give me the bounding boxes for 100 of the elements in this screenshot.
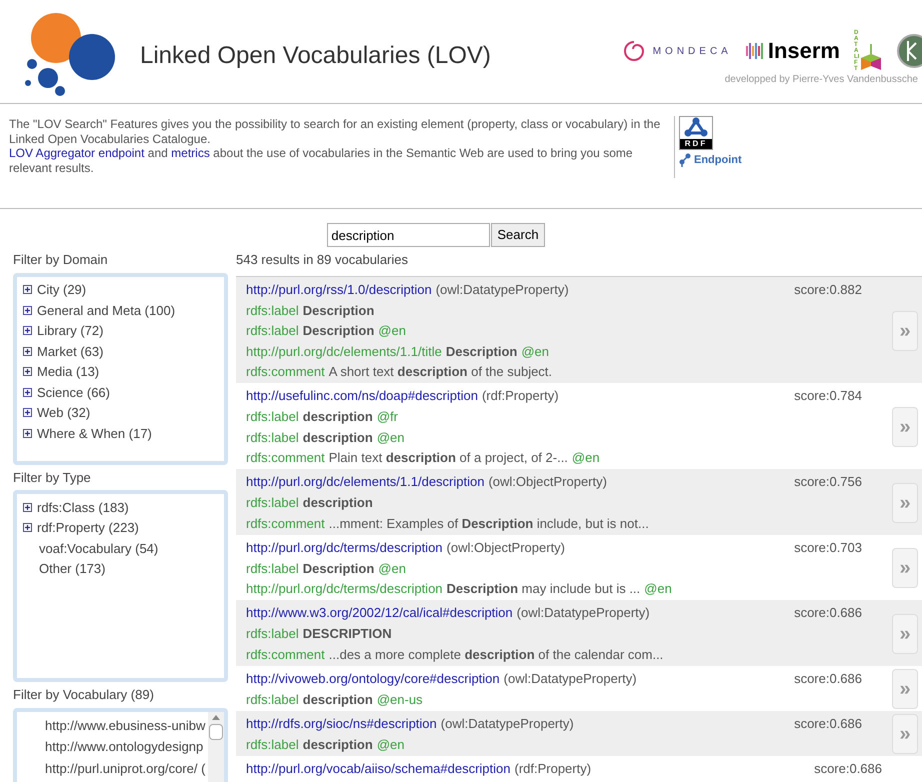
language-tag: @en: [376, 734, 404, 754]
result-score: score:0.686: [794, 714, 862, 732]
filter-item[interactable]: rdf:Property (223): [37, 518, 139, 538]
language-tag: @en: [572, 448, 600, 468]
result-score: score:0.703: [794, 538, 862, 556]
expand-icon[interactable]: [23, 428, 32, 438]
filter-item[interactable]: Library (72): [37, 321, 104, 340]
result-type: (owl:DatatypeProperty): [436, 280, 569, 299]
filter-item[interactable]: http://www.ebusiness-unibw: [45, 716, 206, 735]
partner-name: Inserm: [768, 40, 840, 62]
result-score: score:0.686: [794, 604, 862, 622]
result-link[interactable]: http://vivoweb.org/ontology/core#description: [246, 668, 500, 688]
language-tag: @en-us: [376, 690, 423, 709]
expand-icon[interactable]: [23, 306, 32, 315]
result-link[interactable]: http://www.w3.org/2002/12/cal/ical#description: [246, 603, 513, 622]
result-score: score:0.686: [814, 760, 882, 778]
expand-icon[interactable]: [23, 408, 32, 418]
swirl-icon: [622, 39, 645, 63]
property-value: Description: [302, 322, 374, 340]
property-value: Description: [302, 302, 374, 320]
property-value: Description may include but is ...: [446, 580, 640, 598]
language-tag: @en: [644, 579, 672, 598]
expand-icon[interactable]: [23, 346, 32, 356]
filter-title: Filter by Vocabulary (89): [12, 686, 155, 704]
network-icon: [679, 153, 692, 168]
result-link[interactable]: http://rdfs.org/sioc/ns#description: [246, 714, 437, 733]
property-name: rdfs:label: [246, 408, 299, 426]
property-name: rdfs:label: [246, 302, 299, 320]
property-value: description: [302, 736, 373, 754]
result-type: (rdf:Property): [514, 760, 592, 778]
scroll-up-icon[interactable]: [212, 714, 220, 720]
property-value: description: [302, 428, 373, 447]
filter-title: Filter by Domain: [12, 251, 109, 269]
scroll-thumb[interactable]: [209, 724, 223, 740]
property-name: rdfs:label: [246, 322, 299, 340]
language-tag: @en: [378, 321, 406, 340]
endpoint-link[interactable]: LOV Aggregator endpoint: [9, 146, 144, 160]
metrics-link[interactable]: metrics: [171, 146, 210, 160]
expand-icon[interactable]: [23, 367, 32, 376]
filter-item[interactable]: Other (173): [39, 559, 106, 578]
filter-item[interactable]: Market (63): [37, 342, 104, 361]
property-name: rdfs:label: [246, 736, 299, 754]
filter-item[interactable]: http://www.ontologydesignp: [45, 737, 204, 756]
property-value: ...mment: Examples of Description include, but is not...: [328, 514, 649, 533]
result-type: (rdf:Property): [482, 387, 559, 405]
bars-icon: [746, 41, 764, 61]
property-name: http://purl.org/dc/terms/description: [246, 580, 443, 598]
result-type: (owl:DatatypeProperty): [516, 604, 650, 622]
filter-item[interactable]: http://purl.uniprot.org/core/ (: [45, 758, 206, 778]
filter-item[interactable]: City (29): [37, 280, 86, 300]
filter-item[interactable]: voaf:Vocabulary (54): [39, 538, 158, 558]
result-count: 543 results in 89 vocabularies: [236, 251, 409, 269]
language-tag: @en: [378, 558, 406, 578]
expand-icon[interactable]: [23, 502, 32, 512]
language-tag: @fr: [376, 407, 398, 426]
property-name: http://purl.org/dc/elements/1.1/title: [246, 342, 442, 361]
result-score: score:0.784: [794, 387, 862, 405]
credit-text: developped by Pierre-Yves Vandenbussche: [724, 73, 918, 87]
endpoint-link[interactable]: Endpoint: [679, 152, 742, 168]
result-score: score:0.882: [794, 280, 862, 298]
property-value: description: [302, 690, 373, 709]
property-value: Plain text description of a project, of 2-...: [328, 449, 568, 467]
result-link[interactable]: http://usefulinc.com/ns/doap#description: [246, 386, 478, 406]
property-value: description: [302, 494, 373, 512]
cube-icon: [860, 42, 882, 72]
property-name: rdfs:comment: [246, 514, 325, 532]
property-value: ...des a more complete description of the calendar com...: [328, 646, 664, 664]
result-type: (owl:DatatypeProperty): [504, 670, 637, 688]
search-field[interactable]: description: [327, 223, 490, 247]
filter-item[interactable]: Web (32): [37, 403, 90, 422]
rdf-badge[interactable]: RDF: [679, 116, 713, 150]
filter-item[interactable]: Media (13): [37, 362, 100, 382]
scrollbar[interactable]: [208, 712, 224, 782]
partner-name: MONDECA: [652, 44, 732, 58]
site-title: Linked Open Vocabularies (LOV): [140, 41, 491, 71]
result-link[interactable]: http://purl.org/dc/elements/1.1/description: [246, 472, 484, 492]
result-type: (owl:ObjectProperty): [446, 538, 566, 557]
property-value: description: [302, 408, 373, 426]
expand-icon[interactable]: [23, 326, 32, 336]
language-tag: @en: [376, 428, 404, 447]
intro-text: The "LOV Search" Features gives you the possibility to search for an existing element (property, class or vocabulary) in the Linked Open Vocabularies Catalogue. LOV Aggregator endpoint and metrics about the use of vocabularies in the Semantic Web are used to bring you some relevant results.: [8, 116, 662, 176]
property-value: DESCRIPTION: [302, 625, 392, 643]
search-button[interactable]: Search: [491, 223, 545, 247]
expand-icon[interactable]: [23, 388, 32, 397]
filter-item[interactable]: rdfs:Class (183): [37, 498, 129, 517]
property-value: Description: [446, 342, 518, 361]
result-link[interactable]: http://purl.org/rss/1.0/description: [246, 280, 432, 299]
graph-icon: [682, 117, 710, 139]
filter-item[interactable]: Where & When (17): [37, 424, 152, 443]
property-name: rdfs:label: [246, 494, 299, 512]
result-link[interactable]: http://purl.org/vocab/aiiso/schema#description: [246, 758, 510, 778]
filter-item[interactable]: Science (66): [37, 382, 110, 402]
result-link[interactable]: http://purl.org/dc/terms/description: [246, 538, 443, 557]
expand-icon[interactable]: [23, 285, 32, 294]
property-name: rdfs:comment: [246, 363, 325, 381]
property-value: Description: [302, 560, 374, 578]
filter-item[interactable]: General and Meta (100): [37, 300, 176, 320]
result-type: (owl:DatatypeProperty): [440, 714, 574, 733]
expand-icon[interactable]: [23, 523, 32, 532]
property-name: rdfs:comment: [246, 646, 325, 664]
